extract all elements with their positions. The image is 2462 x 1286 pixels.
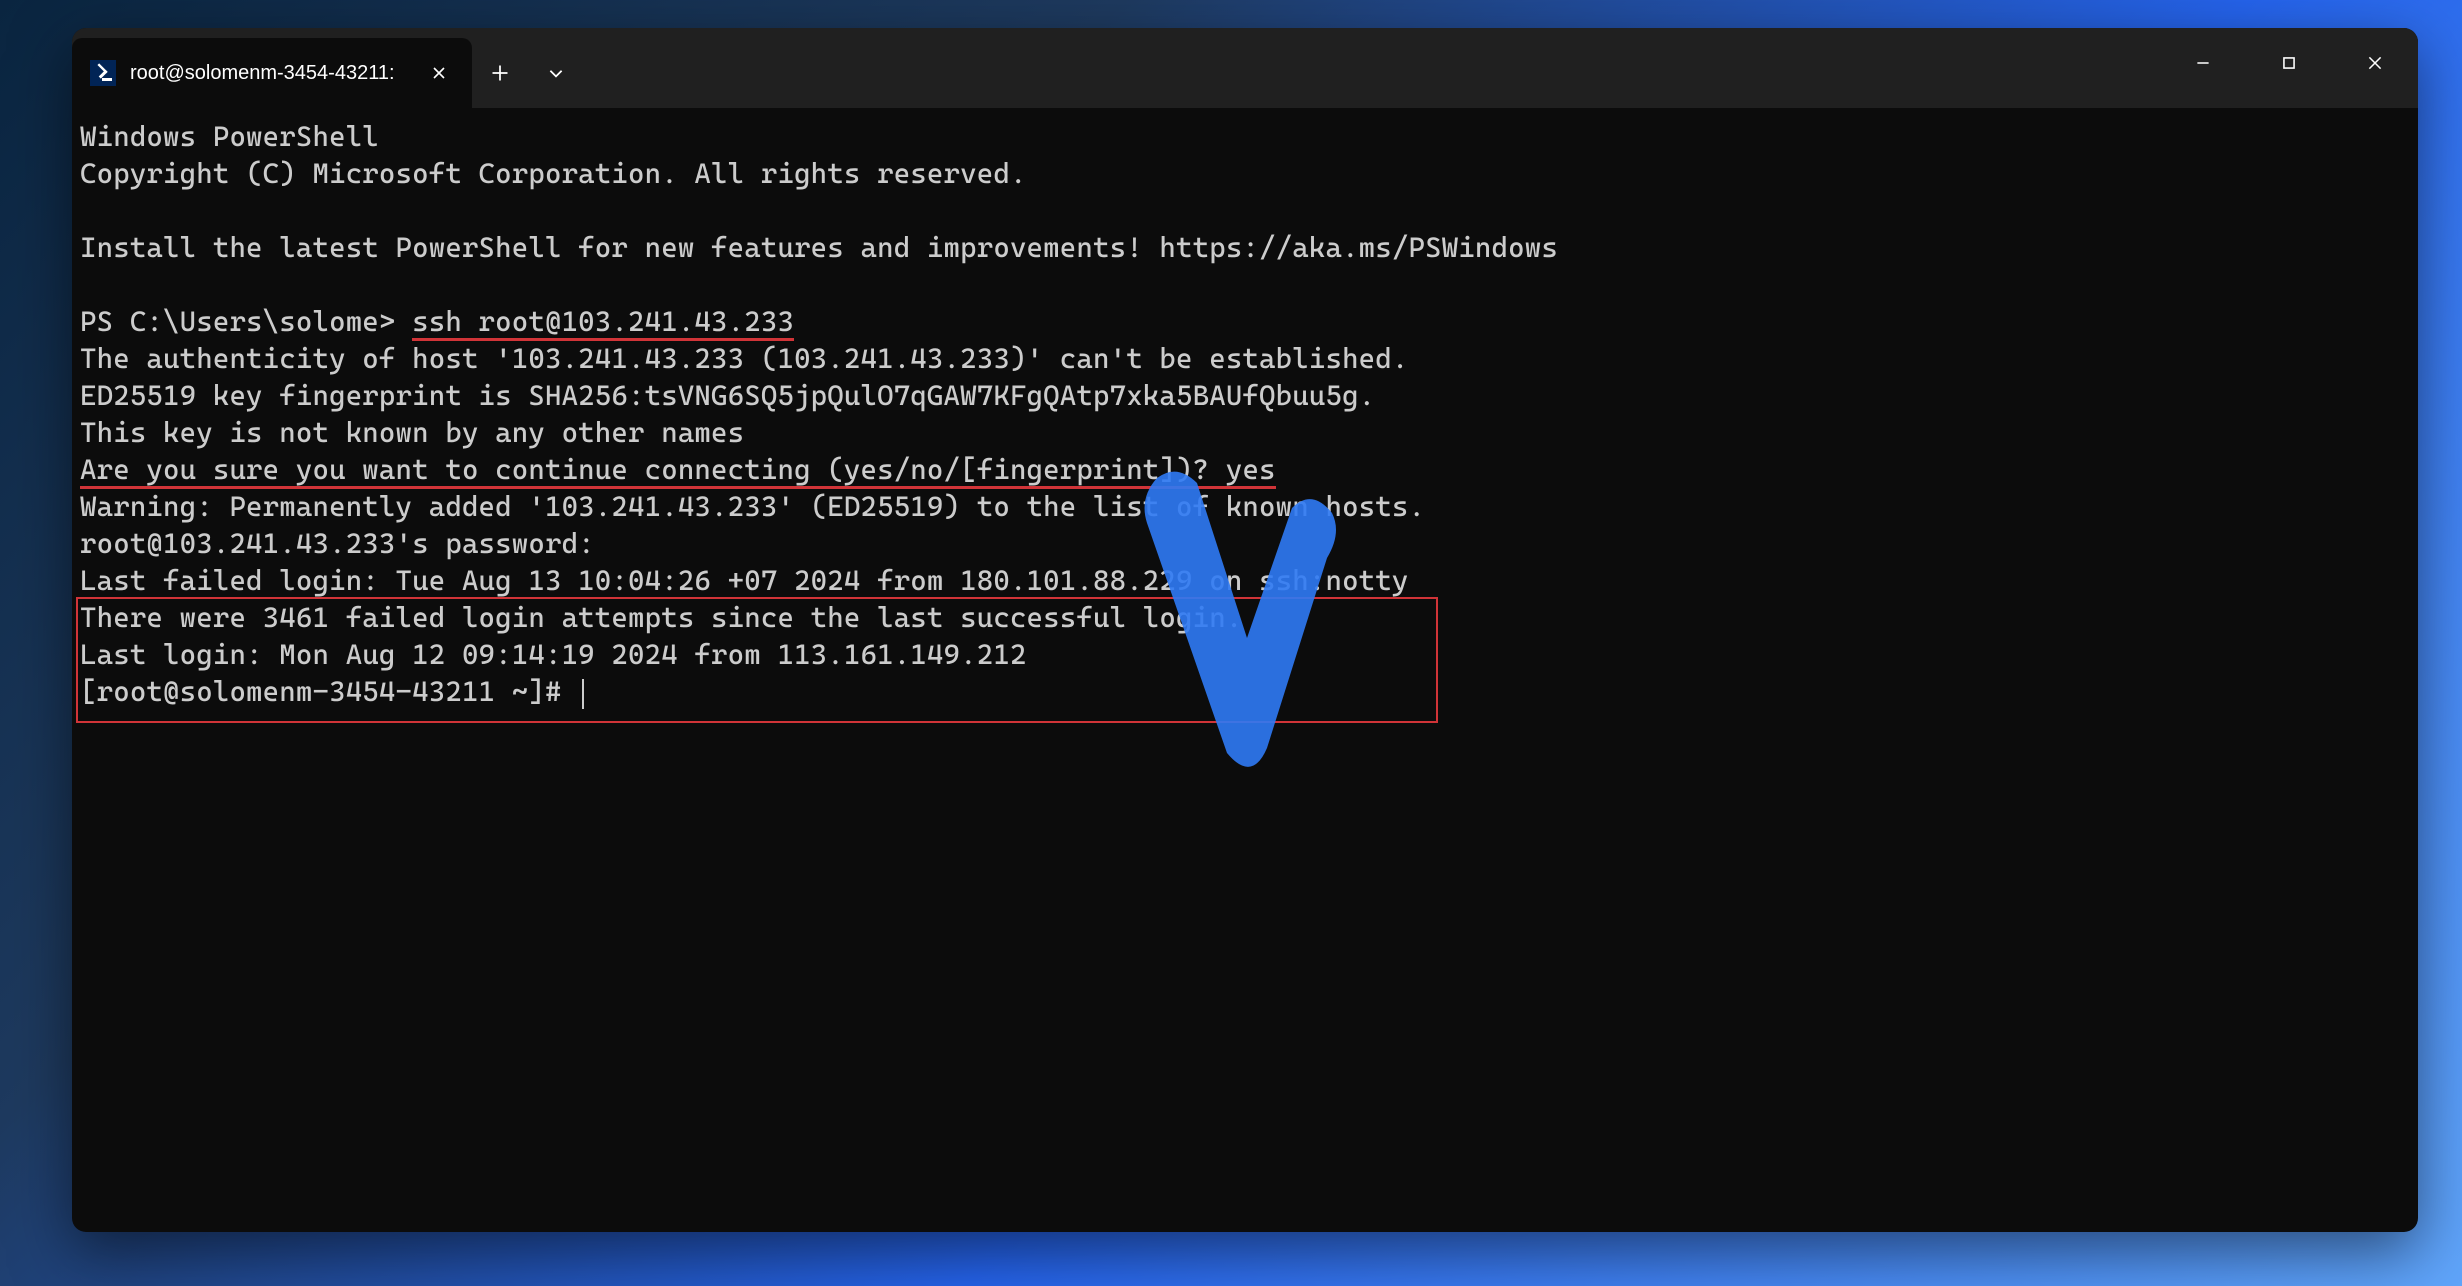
tab-title: root@solomenm-3454-43211: bbox=[130, 62, 410, 85]
prompt-prefix: PS C:\Users\solome> bbox=[80, 305, 412, 338]
output-line: This key is not known by any other names bbox=[80, 416, 744, 449]
titlebar[interactable]: root@solomenm-3454-43211: bbox=[72, 28, 2418, 108]
output-line: There were 3461 failed login attempts si… bbox=[80, 601, 1242, 634]
terminal-window: root@solomenm-3454-43211: Windows PowerS… bbox=[72, 28, 2418, 1232]
minimize-icon bbox=[2194, 54, 2212, 72]
terminal-output[interactable]: Windows PowerShell Copyright (C) Microso… bbox=[72, 108, 2418, 1232]
tab-active[interactable]: root@solomenm-3454-43211: bbox=[72, 38, 472, 108]
output-line: Copyright (C) Microsoft Corporation. All… bbox=[80, 157, 1027, 190]
tab-dropdown-button[interactable] bbox=[528, 38, 584, 108]
confirm-answer-annotated: yes bbox=[1209, 453, 1275, 489]
close-icon bbox=[2366, 54, 2384, 72]
tab-close-button[interactable] bbox=[424, 58, 454, 88]
chevron-down-icon bbox=[547, 64, 565, 82]
output-line: Last failed login: Tue Aug 13 10:04:26 +… bbox=[80, 564, 1409, 597]
output-line: The authenticity of host '103.241.43.233… bbox=[80, 342, 1409, 375]
ssh-command-annotated: ssh root@103.241.43.233 bbox=[412, 305, 794, 341]
output-line: Warning: Permanently added '103.241.43.2… bbox=[80, 490, 1425, 523]
output-line: root@103.241.43.233's password: bbox=[80, 527, 595, 560]
minimize-button[interactable] bbox=[2160, 28, 2246, 98]
new-tab-button[interactable] bbox=[472, 38, 528, 108]
close-window-button[interactable] bbox=[2332, 28, 2418, 98]
output-line: ED25519 key fingerprint is SHA256:tsVNG6… bbox=[80, 379, 1375, 412]
output-line: Last login: Mon Aug 12 09:14:19 2024 fro… bbox=[80, 638, 1027, 671]
cursor bbox=[582, 679, 584, 709]
output-line: Windows PowerShell bbox=[80, 120, 379, 153]
output-line: Install the latest PowerShell for new fe… bbox=[80, 231, 1558, 264]
confirm-prompt-annotated: Are you sure you want to continue connec… bbox=[80, 453, 1209, 489]
shell-prompt: [root@solomenm-3454-43211 ~]# bbox=[80, 675, 578, 708]
plus-icon bbox=[490, 63, 510, 83]
window-controls bbox=[2160, 28, 2418, 98]
maximize-icon bbox=[2280, 54, 2298, 72]
close-icon bbox=[431, 65, 447, 81]
maximize-button[interactable] bbox=[2246, 28, 2332, 98]
powershell-icon bbox=[90, 60, 116, 86]
